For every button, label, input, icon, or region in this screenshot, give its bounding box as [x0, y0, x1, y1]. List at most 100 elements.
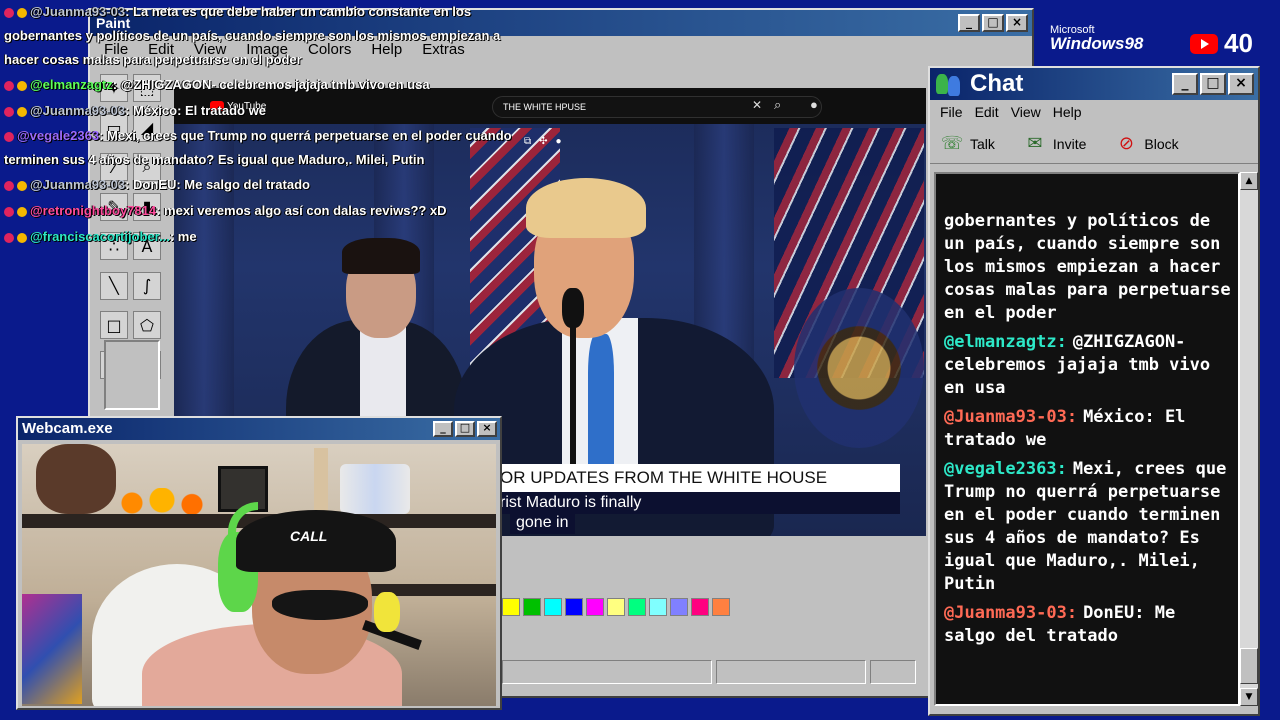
overlay-username: @Juanma93-03: [30, 4, 126, 19]
chat-scrollbar[interactable]: ▲ ▼: [1240, 172, 1258, 706]
tool-options-box[interactable]: [104, 340, 160, 410]
chat-title: Chat: [970, 70, 1024, 97]
moderator-badge-icon: [4, 80, 14, 91]
youtube-icon: [1190, 33, 1218, 54]
chat-messages-pane[interactable]: gobernantes y políticos de un país, cuan…: [934, 172, 1240, 706]
windows98-logo: Microsoft Windows98: [1050, 24, 1143, 54]
talk-button[interactable]: ☏ Talk: [940, 132, 995, 156]
block-button[interactable]: ⊘ Block: [1114, 132, 1179, 156]
more-icon[interactable]: ●: [556, 136, 562, 147]
status-cell: [502, 660, 712, 684]
chat-message: @vegale2363: Mexi, crees que Trump no que…: [944, 458, 1234, 596]
chat-menu-bar: File Edit View Help: [930, 100, 1258, 124]
overlay-chat-line: @Juanma93-03: DonEU: Me salgo del tratad…: [4, 172, 524, 198]
cap-logo-text: CALL: [290, 528, 328, 544]
scroll-thumb[interactable]: [1240, 648, 1258, 684]
palette-swatch[interactable]: [523, 598, 541, 616]
menu-file[interactable]: File: [934, 104, 969, 120]
scroll-up-icon[interactable]: ▲: [1240, 172, 1258, 190]
overlay-chat-line: @vegale2363: Mexi, crees que Trump no qu…: [4, 124, 524, 172]
member-badge-icon: [17, 206, 27, 217]
close-button[interactable]: ×: [1006, 14, 1028, 32]
overlay-username: @Juanma93-03: [30, 103, 126, 118]
subtitle-line-2: gone in: [510, 512, 575, 534]
chat-window: Chat _ □ × File Edit View Help ☏ Talk ✉ …: [928, 66, 1260, 716]
overlay-username: @vegale2363: [17, 128, 100, 143]
overlay-message-text: : México: El tratado we: [125, 103, 266, 118]
microphone-stand: [570, 324, 576, 484]
viewer-count: 40: [1224, 28, 1253, 58]
chat-message: @elmanzagtz: @ZHIGZAGON- celebremos jajaj…: [944, 331, 1234, 400]
moderator-badge-icon: [4, 232, 14, 243]
moderator-badge-icon: [4, 106, 14, 117]
decor-toy: [374, 592, 400, 632]
chat-message-text: Mexi, crees que Trump no querrá perpetua…: [944, 459, 1227, 594]
chat-username: @elmanzagtz:: [944, 332, 1067, 352]
palette-swatch[interactable]: [607, 598, 625, 616]
minimize-button[interactable]: _: [958, 14, 980, 32]
overlay-username: @retronightboy7814: [30, 203, 157, 218]
talk-label: Talk: [970, 135, 995, 152]
microphone-icon[interactable]: ●: [810, 97, 818, 112]
chat-username: @Juanma93-03:: [944, 407, 1078, 427]
status-cell: [870, 660, 916, 684]
clear-search-icon[interactable]: ✕: [752, 98, 762, 112]
people-icon: [936, 72, 964, 96]
scroll-down-icon[interactable]: ▼: [1240, 688, 1258, 706]
maximize-button[interactable]: □: [1200, 73, 1226, 95]
rectangle-icon[interactable]: □: [100, 311, 128, 339]
expand-icon[interactable]: ✣: [539, 136, 547, 147]
decor-poster: [22, 594, 82, 704]
moderator-badge-icon: [4, 131, 14, 142]
maximize-button[interactable]: □: [455, 421, 475, 437]
curve-icon[interactable]: ∫: [133, 271, 161, 300]
chat-title-bar[interactable]: Chat _ □ ×: [930, 68, 1258, 100]
member-badge-icon: [17, 80, 27, 91]
palette-swatch[interactable]: [502, 598, 520, 616]
chat-username: @Juanma93-03:: [944, 603, 1078, 623]
overlay-username: @franciscacortijober...: [30, 229, 170, 244]
caption-headline: OR UPDATES FROM THE WHITE HOUSE: [500, 464, 900, 492]
close-button[interactable]: ×: [477, 421, 497, 437]
maximize-button[interactable]: □: [982, 14, 1004, 32]
webcam-feed: CALL: [22, 444, 496, 706]
palette-swatch[interactable]: [565, 598, 583, 616]
youtube-search-input[interactable]: THE WHITE HPUSE: [492, 96, 822, 118]
overlay-message-text: : me: [169, 229, 197, 244]
viewer-counter: 40: [1190, 28, 1253, 59]
palette-swatch[interactable]: [628, 598, 646, 616]
invite-button[interactable]: ✉ Invite: [1023, 132, 1086, 156]
search-icon[interactable]: ⌕: [774, 97, 781, 113]
line-icon[interactable]: ╲: [100, 271, 128, 300]
overlay-message-text: : DonEU: Me salgo del tratado: [125, 177, 310, 192]
status-cell: [716, 660, 866, 684]
palette-swatch[interactable]: [670, 598, 688, 616]
menu-help[interactable]: Help: [1047, 104, 1088, 120]
news-caption: OR UPDATES FROM THE WHITE HOUSE rist Mad…: [500, 464, 900, 514]
stream-overlay-chat: @Juanma93-03: La neta es que debe haber …: [4, 0, 524, 250]
menu-edit[interactable]: Edit: [969, 104, 1005, 120]
polygon-icon[interactable]: ⬠: [133, 311, 161, 339]
palette-swatch[interactable]: [544, 598, 562, 616]
moderator-badge-icon: [4, 180, 14, 191]
overlay-message-text: : @ZHIGZAGON- celebremos jajaja tmb vivo…: [112, 77, 430, 92]
chat-message-continued: gobernantes y políticos de un país, cuan…: [944, 211, 1231, 323]
overlay-chat-line: @retronightboy7814: mexi veremos algo as…: [4, 198, 524, 224]
menu-view[interactable]: View: [1005, 104, 1047, 120]
member-badge-icon: [17, 232, 27, 243]
podium-microphone: [562, 288, 584, 328]
palette-swatch[interactable]: [649, 598, 667, 616]
member-badge-icon: [17, 7, 27, 18]
minimize-button[interactable]: _: [433, 421, 453, 437]
miniplayer-icon[interactable]: ⧉: [524, 136, 531, 147]
webcam-title: Webcam.exe: [22, 420, 113, 437]
palette-swatch[interactable]: [586, 598, 604, 616]
minimize-button[interactable]: _: [1172, 73, 1198, 95]
palette-swatch[interactable]: [712, 598, 730, 616]
windows98-text: Windows98: [1050, 34, 1144, 53]
webcam-title-bar[interactable]: Webcam.exe _ □ ×: [18, 418, 500, 440]
palette-swatch[interactable]: [691, 598, 709, 616]
chat-toolbar: ☏ Talk ✉ Invite ⊘ Block: [930, 124, 1258, 164]
overlay-chat-line: @Juanma93-03: La neta es que debe haber …: [4, 0, 524, 72]
close-button[interactable]: ×: [1228, 73, 1254, 95]
